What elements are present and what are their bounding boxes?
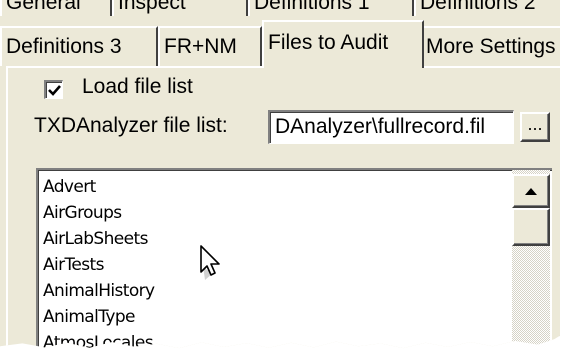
tables-listbox[interactable]: Advert AirGroups AirLabSheets AirTests Anima…: [36, 168, 552, 349]
tab-fr-nm[interactable]: FR+NM: [158, 26, 262, 66]
tab-files-to-audit[interactable]: Files to Audit: [262, 20, 424, 68]
up-arrow-icon: [525, 188, 537, 195]
file-list-input[interactable]: DAnalyzer\fullrecord.fil: [268, 110, 514, 144]
scrollbar-thumb[interactable]: [512, 208, 550, 246]
tab-general[interactable]: General: [0, 0, 112, 16]
browse-button[interactable]: ...: [520, 112, 550, 142]
table-list-item[interactable]: AtmosLocales: [43, 330, 155, 348]
tab-inspect[interactable]: Inspect: [112, 0, 248, 16]
tab-definitions-3[interactable]: Definitions 3: [0, 26, 158, 66]
load-file-list-label: Load file list: [82, 75, 193, 98]
load-file-list-checkbox[interactable]: [44, 80, 63, 99]
file-list-label: TXDAnalyzer file list:: [34, 114, 228, 137]
table-list-item[interactable]: Advert: [43, 174, 155, 200]
table-list-item[interactable]: AirGroups: [43, 200, 155, 226]
tab-more-settings[interactable]: More Settings: [420, 26, 560, 66]
checkmark-icon: [48, 85, 61, 96]
table-list-item[interactable]: AnimalHistory: [43, 278, 155, 304]
table-list-item[interactable]: AirLabSheets: [43, 226, 155, 252]
tab-definitions-1[interactable]: Definitions 1: [248, 0, 414, 16]
options-dialog: General Inspect Definitions 1 Definition…: [0, 0, 560, 349]
mouse-pointer-icon: [200, 245, 220, 280]
table-list-item[interactable]: AirTests: [43, 252, 155, 278]
tables-list: Advert AirGroups AirLabSheets AirTests Anima…: [43, 174, 155, 348]
scroll-up-button[interactable]: [512, 174, 550, 208]
listbox-scrollbar[interactable]: [512, 170, 550, 349]
table-list-item[interactable]: AnimalType: [43, 304, 155, 330]
screenshot-stage: General Inspect Definitions 1 Definition…: [0, 0, 567, 362]
tab-definitions-2[interactable]: Definitions 2: [414, 0, 560, 16]
